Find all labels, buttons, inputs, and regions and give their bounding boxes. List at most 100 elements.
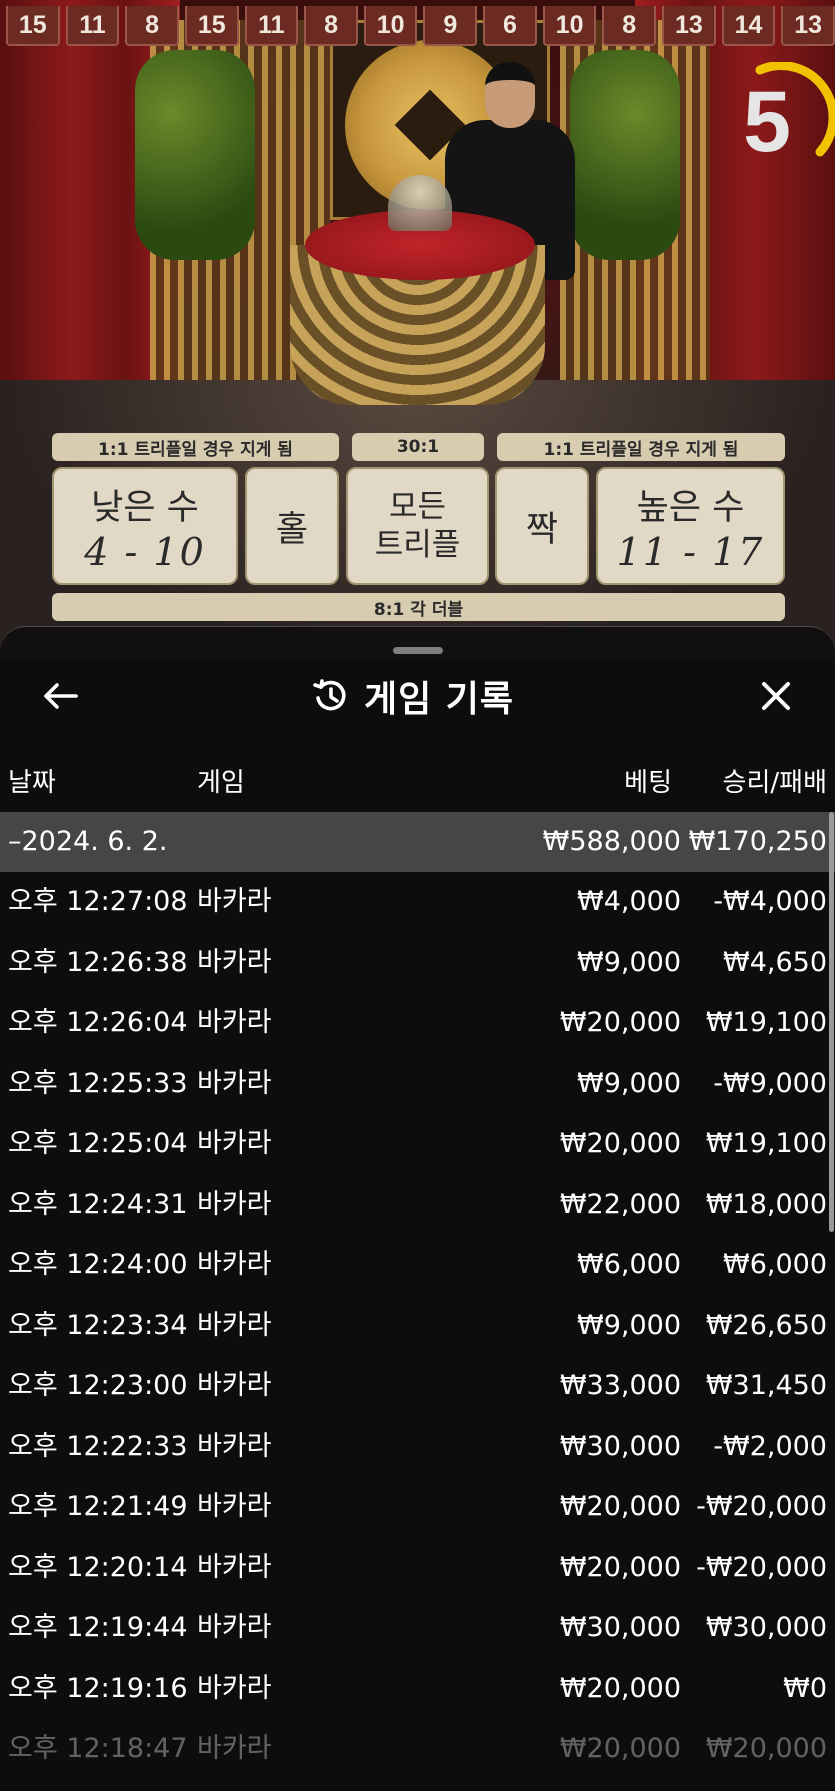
summary-result-total: ₩170,250	[688, 826, 827, 857]
row-game: 바카라	[197, 1188, 272, 1220]
row-date: 오후 12:20:14	[8, 1551, 188, 1583]
history-row[interactable]: 오후 12:23:00 바카라 ₩33,000 ₩31,450	[0, 1356, 835, 1417]
plant-left	[135, 50, 255, 260]
row-result: ₩4,650	[723, 946, 827, 978]
row-game: 바카라	[197, 1551, 272, 1583]
date-group-summary-row[interactable]: –2024. 6. 2. ₩588,000 ₩170,250	[0, 812, 835, 872]
result-number: 13	[781, 6, 835, 46]
row-bet: ₩9,000	[577, 1309, 681, 1341]
summary-date: –2024. 6. 2.	[8, 826, 168, 857]
result-number: 13	[662, 6, 716, 46]
row-bet: ₩30,000	[559, 1430, 681, 1462]
result-number: 8	[602, 6, 657, 46]
countdown-value: 5	[743, 74, 791, 170]
game-history-sheet: 게임 기록 날짜 게임 베팅 승리/패배 –2024. 6. 2. ₩588,0…	[0, 626, 835, 1791]
history-row[interactable]: 오후 12:24:31 바카라 ₩22,000 ₩18,000	[0, 1175, 835, 1236]
row-game: 바카라	[197, 1491, 272, 1522]
scrollbar[interactable]	[829, 812, 834, 1232]
sheet-title-text: 게임 기록	[364, 679, 515, 720]
result-number: 15	[184, 6, 239, 46]
row-game: 바카라	[197, 1733, 272, 1764]
history-row[interactable]: 오후 12:25:04 바카라 ₩20,000 ₩19,100	[0, 1114, 835, 1175]
countdown-timer: 5	[710, 62, 835, 182]
bet-high-button[interactable]: 높은 수 11 - 17	[596, 467, 785, 585]
history-row[interactable]: 오후 12:19:44 바카라 ₩30,000 ₩30,000	[0, 1598, 835, 1659]
history-row[interactable]: 오후 12:24:00 바카라 ₩6,000 ₩6,000	[0, 1235, 835, 1296]
row-date: 오후 12:22:33	[8, 1430, 188, 1462]
row-date: 오후 12:25:04	[8, 1128, 188, 1159]
plant-right	[570, 50, 680, 260]
row-date: 오후 12:23:34	[8, 1309, 188, 1341]
sheet-title: 게임 기록	[310, 671, 514, 721]
row-result: ₩19,100	[705, 1007, 827, 1038]
result-number: 14	[721, 6, 776, 46]
result-number: 10	[542, 6, 597, 46]
row-result: ₩26,650	[705, 1309, 827, 1341]
bet-any-triple-line2: 트리플	[374, 527, 461, 563]
results-strip: 15 11 8 15 11 8 10 9 6 10 8 13 14 13	[6, 6, 835, 46]
arrow-left-icon	[44, 683, 78, 709]
history-row[interactable]: 오후 12:26:04 바카라 ₩20,000 ₩19,100	[0, 993, 835, 1054]
row-game: 바카라	[197, 1672, 272, 1704]
history-row[interactable]: 오후 12:20:14 바카라 ₩20,000 -₩20,000	[0, 1538, 835, 1599]
history-row[interactable]: 오후 12:26:38 바카라 ₩9,000 ₩4,650	[0, 933, 835, 994]
row-bet: ₩9,000	[577, 1067, 681, 1099]
bet-low-label: 낮은 수	[91, 487, 199, 528]
row-game: 바카라	[197, 1309, 272, 1341]
row-result: ₩31,450	[705, 1370, 827, 1401]
payout-any-triple: 30:1	[352, 433, 484, 461]
row-date: 오후 12:26:38	[8, 946, 188, 978]
row-result: ₩6,000	[723, 1249, 827, 1280]
bet-high-label: 높은 수	[636, 487, 745, 528]
sheet-drag-handle[interactable]	[393, 647, 443, 654]
history-row[interactable]: 오후 12:27:08 바카라 ₩4,000 -₩4,000	[0, 872, 835, 933]
close-button[interactable]	[752, 672, 800, 720]
history-row[interactable]: 오후 12:23:34 바카라 ₩9,000 ₩26,650	[0, 1296, 835, 1357]
bet-even-button[interactable]: 짝	[495, 467, 589, 585]
row-bet: ₩33,000	[559, 1370, 681, 1401]
row-date: 오후 12:21:49	[8, 1491, 188, 1522]
column-header-date: 날짜	[8, 768, 56, 798]
row-bet: ₩20,000	[559, 1733, 681, 1764]
row-bet: ₩9,000	[577, 946, 681, 978]
history-row[interactable]: 오후 12:19:16 바카라 ₩20,000 ₩0	[0, 1659, 835, 1720]
result-number: 9	[423, 6, 478, 46]
row-date: 오후 12:18:47	[8, 1733, 188, 1764]
result-number: 6	[483, 6, 537, 46]
row-result: -₩9,000	[713, 1067, 827, 1099]
row-bet: ₩20,000	[559, 1491, 681, 1522]
row-result: ₩19,100	[705, 1128, 827, 1159]
row-game: 바카라	[197, 1067, 272, 1099]
row-date: 오후 12:24:31	[8, 1188, 188, 1220]
row-date: 오후 12:24:00	[8, 1249, 188, 1280]
row-game: 바카라	[197, 886, 272, 917]
row-result: ₩20,000	[705, 1733, 827, 1764]
close-icon	[762, 682, 790, 710]
bet-low-button[interactable]: 낮은 수 4 - 10	[52, 467, 238, 585]
history-row[interactable]: 오후 12:22:33 바카라 ₩30,000 -₩2,000	[0, 1417, 835, 1478]
row-date: 오후 12:23:00	[8, 1370, 188, 1401]
row-result: ₩18,000	[705, 1188, 827, 1220]
history-row[interactable]: 오후 12:18:47 바카라 ₩20,000 ₩20,000	[0, 1719, 835, 1780]
row-game: 바카라	[197, 1249, 272, 1280]
row-result: -₩20,000	[696, 1491, 827, 1522]
row-game: 바카라	[197, 946, 272, 978]
column-header-game: 게임	[197, 768, 245, 798]
row-bet: ₩20,000	[559, 1007, 681, 1038]
back-button[interactable]	[36, 672, 84, 720]
bet-odd-button[interactable]: 홀	[245, 467, 339, 585]
result-number: 15	[6, 6, 60, 46]
bet-any-triple-button[interactable]: 모든 트리플	[346, 467, 489, 585]
result-number: 11	[244, 6, 299, 46]
dice-shaker	[388, 175, 452, 231]
row-result: -₩2,000	[713, 1430, 827, 1462]
row-date: 오후 12:27:08	[8, 886, 188, 917]
history-row[interactable]: 오후 12:21:49 바카라 ₩20,000 -₩20,000	[0, 1477, 835, 1538]
history-row[interactable]: 오후 12:25:33 바카라 ₩9,000 -₩9,000	[0, 1054, 835, 1115]
history-clock-icon	[313, 679, 346, 711]
row-bet: ₩6,000	[577, 1249, 681, 1280]
row-bet: ₩20,000	[559, 1551, 681, 1583]
payout-low: 1:1 트리플일 경우 지게 됨	[52, 433, 339, 461]
bet-low-range: 4 - 10	[84, 529, 206, 574]
row-game: 바카라	[197, 1007, 272, 1038]
